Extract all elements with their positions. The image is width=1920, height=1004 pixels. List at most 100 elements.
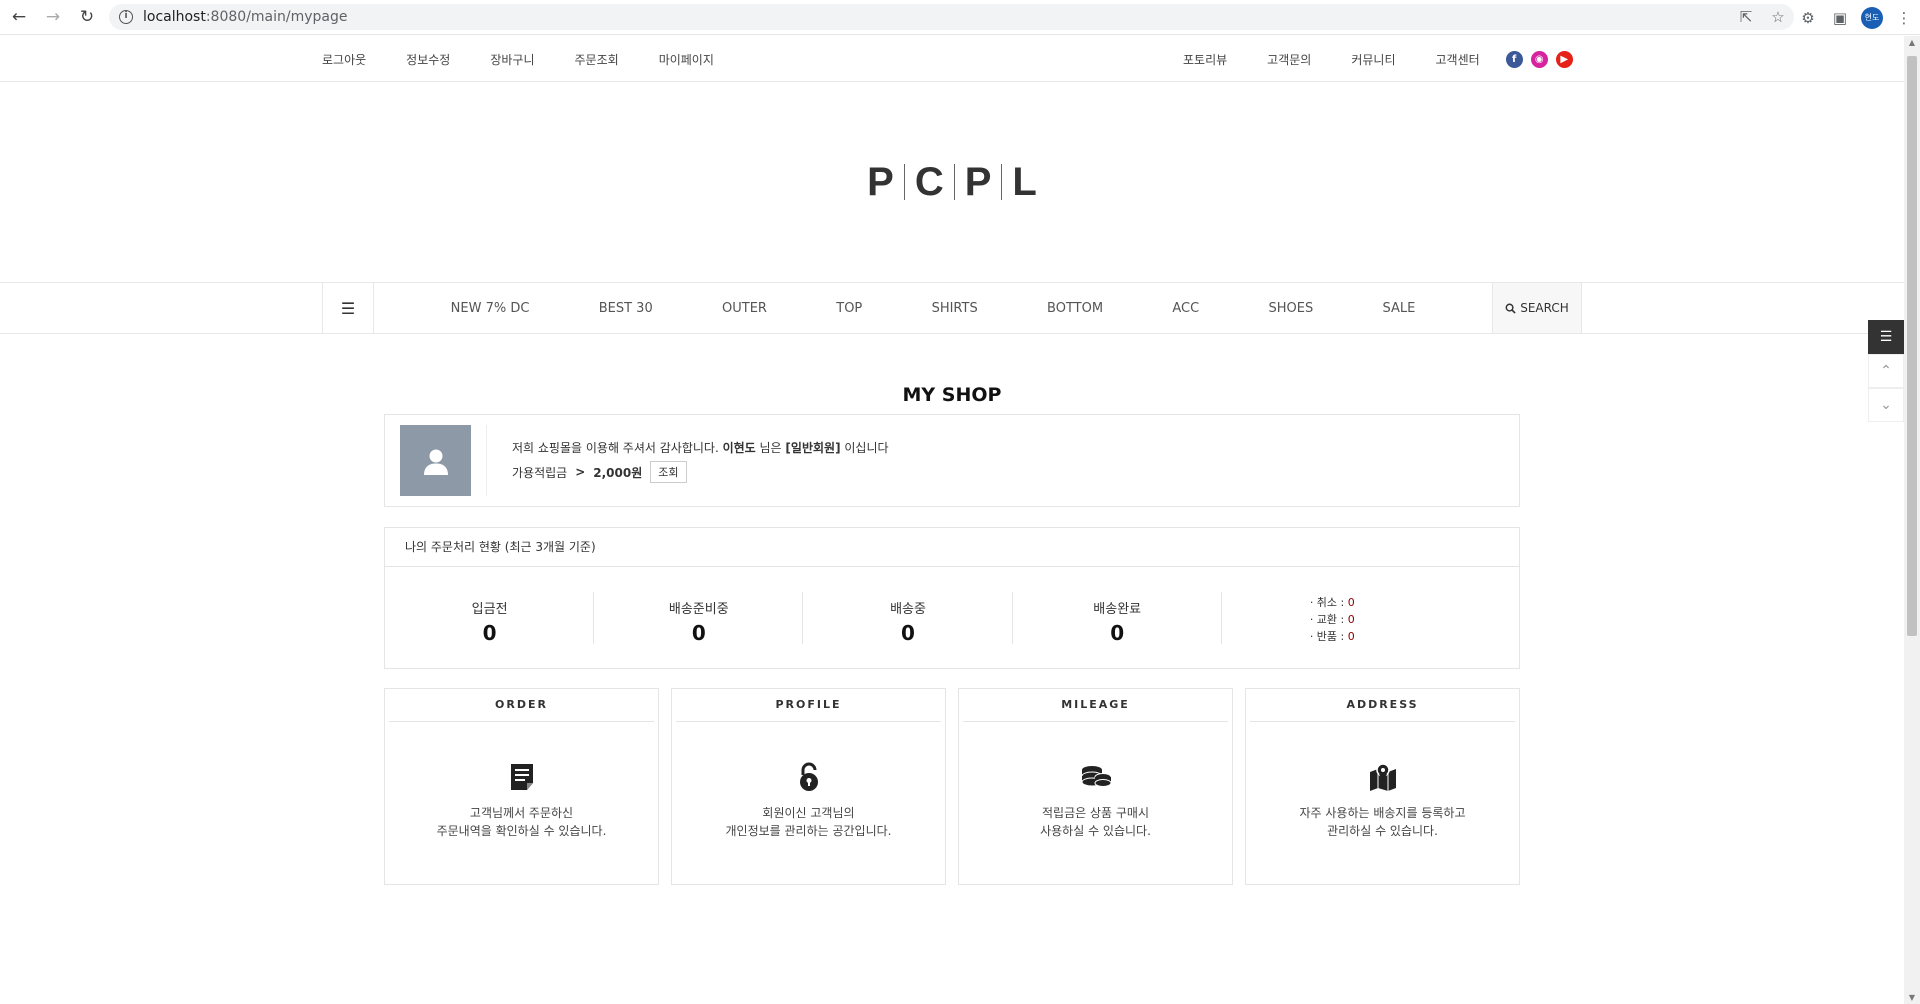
points-view-button[interactable]: 조회 xyxy=(650,461,687,483)
scroll-bottom-icon[interactable]: ⌄ xyxy=(1868,388,1904,422)
edit-info-link[interactable]: 정보수정 xyxy=(406,51,450,68)
bookmark-star-icon[interactable]: ☆ xyxy=(1762,8,1794,26)
cancel-count: 0 xyxy=(1347,596,1355,609)
stat-preparing[interactable]: 배송준비중 0 xyxy=(594,568,804,668)
side-panel-icon[interactable]: ▣ xyxy=(1824,9,1856,27)
greeting-mid: 님은 xyxy=(755,441,786,455)
card-profile[interactable]: PROFILE 회원이신 고객님의개인정보를 관리하는 공간입니다. xyxy=(671,688,946,885)
photo-review-link[interactable]: 포토리뷰 xyxy=(1183,51,1227,68)
stat-value: 0 xyxy=(901,621,915,645)
card-title: ORDER xyxy=(389,689,654,722)
document-icon xyxy=(385,762,658,792)
exchange-count: 0 xyxy=(1347,613,1355,626)
scroll-up-arrow-icon[interactable]: ▲ xyxy=(1904,38,1920,47)
stat-delivered[interactable]: 배송완료 0 xyxy=(1013,568,1223,668)
cat-sale[interactable]: SALE xyxy=(1383,301,1416,316)
cat-outer[interactable]: OUTER xyxy=(722,301,767,316)
stat-value: 0 xyxy=(482,621,497,645)
logo-letter: C xyxy=(914,159,944,204)
return-count: 0 xyxy=(1347,630,1355,643)
youtube-icon[interactable]: ▶ xyxy=(1555,50,1573,68)
reload-icon[interactable]: ↻ xyxy=(72,2,102,32)
card-desc-line: 회원이신 고객님의 xyxy=(762,806,855,820)
cat-shirts[interactable]: SHIRTS xyxy=(932,301,978,316)
stat-cancel-exchange-return: · 취소 : 0 · 교환 : 0 · 반품 : 0 xyxy=(1222,568,1519,668)
stat-shipping[interactable]: 배송중 0 xyxy=(803,568,1013,668)
customer-center-link[interactable]: 고객센터 xyxy=(1436,51,1480,68)
cancel-row[interactable]: · 취소 : 0 xyxy=(1310,594,1519,611)
page-scrollbar[interactable]: ▲ ▼ xyxy=(1904,36,1920,1004)
card-title: ADDRESS xyxy=(1250,689,1515,722)
stat-value: 0 xyxy=(691,621,706,645)
quick-menu-icon[interactable]: ☰ xyxy=(1868,320,1904,354)
search-button[interactable]: SEARCH xyxy=(1492,283,1582,333)
extensions-icon[interactable]: ⚙ xyxy=(1792,9,1824,27)
user-name: 이현도 xyxy=(722,441,756,455)
mypage-link[interactable]: 마이페이지 xyxy=(659,51,714,68)
return-label: · 반품 : xyxy=(1309,630,1345,643)
url-path: :8080/main/mypage xyxy=(205,9,348,25)
profile-box: 저희 쇼핑몰을 이용해 주셔서 감사합니다. 이현도 님은 [일반회원] 이십니… xyxy=(384,414,1520,507)
site-logo[interactable]: P C P L xyxy=(857,160,1047,205)
cat-top[interactable]: TOP xyxy=(836,301,862,316)
stat-label: 배송준비중 xyxy=(668,602,729,617)
search-label: SEARCH xyxy=(1520,301,1569,315)
card-address[interactable]: ADDRESS 자주 사용하는 배송지를 등록하고관리하실 수 있습니다. xyxy=(1245,688,1520,885)
scrollbar-thumb[interactable] xyxy=(1907,56,1917,636)
stat-value: 0 xyxy=(1110,621,1125,645)
url-text: localhost:8080/main/mypage xyxy=(143,9,348,25)
address-bar[interactable]: i localhost:8080/main/mypage ⇱ ☆ xyxy=(109,4,1794,30)
cat-acc[interactable]: ACC xyxy=(1172,301,1199,316)
forward-icon[interactable]: → xyxy=(38,2,68,32)
order-lookup-link[interactable]: 주문조회 xyxy=(575,51,619,68)
cat-new[interactable]: NEW 7% DC xyxy=(451,301,530,316)
coins-icon xyxy=(959,762,1232,792)
cat-shoes[interactable]: SHOES xyxy=(1268,301,1313,316)
stat-label: 입금전 xyxy=(471,602,508,617)
quick-side-menu: ☰ ⌃ ⌄ xyxy=(1868,320,1904,422)
card-mileage[interactable]: MILEAGE 적립금은 상품 구매시 사용하실 수 있습니다. xyxy=(958,688,1233,885)
scroll-top-icon[interactable]: ⌃ xyxy=(1868,354,1904,388)
card-desc-line: 자주 사용하는 배송지를 등록하고 xyxy=(1299,806,1466,820)
member-grade: [일반회원] xyxy=(785,441,841,455)
exchange-label: · 교환 : xyxy=(1309,613,1345,626)
logo-area: P C P L xyxy=(0,82,1904,282)
stat-before-deposit[interactable]: 입금전 0 xyxy=(385,568,595,668)
card-desc-line: 사용하실 수 있습니다. xyxy=(1040,824,1151,838)
community-link[interactable]: 커뮤니티 xyxy=(1351,51,1395,68)
back-icon[interactable]: ← xyxy=(4,2,34,32)
logo-letter: P xyxy=(964,159,992,204)
scroll-down-arrow-icon[interactable]: ▼ xyxy=(1904,993,1920,1002)
profile-divider xyxy=(486,425,487,496)
site-info-icon[interactable]: i xyxy=(119,10,133,24)
card-desc-line: 개인정보를 관리하는 공간입니다. xyxy=(725,824,892,838)
share-icon[interactable]: ⇱ xyxy=(1730,8,1762,26)
profile-avatar[interactable]: 현도 xyxy=(1861,6,1883,29)
cart-link[interactable]: 장바구니 xyxy=(490,51,534,68)
customer-inquiry-link[interactable]: 고객문의 xyxy=(1267,51,1311,68)
instagram-icon[interactable]: ◉ xyxy=(1530,50,1548,68)
order-status-header: 나의 주문처리 현황 (최근 3개월 기준) xyxy=(385,528,1519,567)
card-title: PROFILE xyxy=(676,689,941,722)
greeting-suffix: 이십니다 xyxy=(840,441,889,455)
return-row[interactable]: · 반품 : 0 xyxy=(1310,628,1519,645)
greeting-prefix: 저희 쇼핑몰을 이용해 주셔서 감사합니다. xyxy=(512,441,723,455)
logout-link[interactable]: 로그아웃 xyxy=(322,51,366,68)
top-utility-bar: 로그아웃 정보수정 장바구니 주문조회 마이페이지 포토리뷰 고객문의 커뮤니티… xyxy=(0,36,1904,82)
cat-bottom[interactable]: BOTTOM xyxy=(1047,301,1103,316)
exchange-row[interactable]: · 교환 : 0 xyxy=(1310,611,1519,628)
facebook-icon[interactable]: f xyxy=(1505,50,1523,68)
card-desc-line: 관리하실 수 있습니다. xyxy=(1327,824,1438,838)
points-value: 2,000원 xyxy=(593,465,643,480)
stat-label: 배송완료 xyxy=(1093,602,1142,617)
hamburger-menu-icon[interactable]: ☰ xyxy=(322,283,374,333)
mypage-cards: ORDER 고객님께서 주문하신 주문내역을 확인하실 수 있습니다. PROFI… xyxy=(384,688,1520,885)
browser-menu-icon[interactable]: ⋮ xyxy=(1888,9,1920,27)
card-order[interactable]: ORDER 고객님께서 주문하신 주문내역을 확인하실 수 있습니다. xyxy=(384,688,659,885)
stat-label: 배송중 xyxy=(890,602,926,617)
card-desc-line: 적립금은 상품 구매시 xyxy=(1042,806,1149,820)
logo-letter: P xyxy=(867,159,894,204)
cat-best[interactable]: BEST 30 xyxy=(599,301,653,316)
card-desc-line: 주문내역을 확인하실 수 있습니다. xyxy=(436,824,607,838)
url-host: localhost xyxy=(143,9,206,25)
